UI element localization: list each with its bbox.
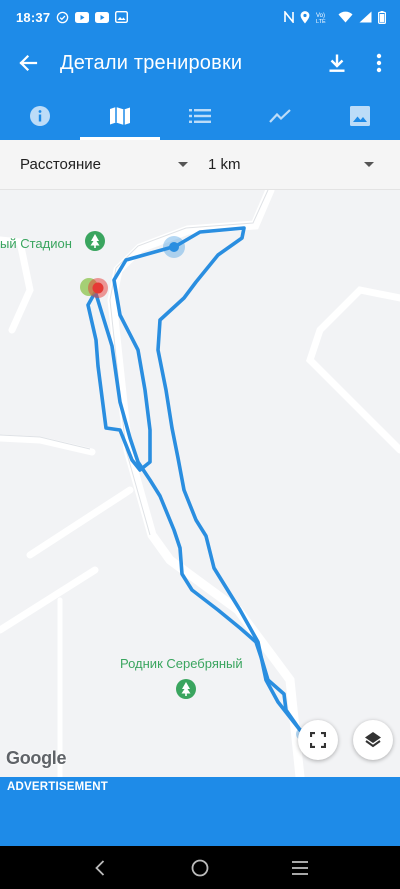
- route-end-marker: [92, 282, 104, 294]
- nav-recents-button[interactable]: [270, 846, 330, 889]
- system-nav-bar: [0, 846, 400, 889]
- more-vert-icon: [376, 53, 382, 73]
- dropdown-arrow-icon: [178, 161, 188, 167]
- app-actions: [316, 34, 400, 92]
- app-bar: Детали тренировки: [0, 34, 400, 92]
- download-icon: [329, 54, 345, 72]
- fullscreen-button[interactable]: [298, 720, 338, 760]
- list-icon: [189, 109, 211, 123]
- layers-icon: [365, 732, 381, 748]
- filter-bar: Расстояние 1 km: [0, 140, 400, 190]
- tab-list[interactable]: [160, 92, 240, 140]
- download-button[interactable]: [316, 34, 358, 92]
- tab-photos[interactable]: [320, 92, 400, 140]
- more-options-button[interactable]: [358, 34, 400, 92]
- park-pin-icon[interactable]: [175, 678, 197, 700]
- fullscreen-icon: [310, 732, 326, 748]
- nav-recents-icon: [292, 860, 308, 875]
- svg-text:LTE: LTE: [316, 19, 326, 23]
- back-button[interactable]: [0, 34, 56, 92]
- metric-value: Расстояние: [20, 156, 102, 173]
- chart-icon: [269, 109, 291, 123]
- km-marker: [169, 242, 179, 252]
- interval-value: 1 km: [208, 156, 241, 173]
- youtube-icon: [75, 11, 90, 23]
- check-circle-icon: [56, 11, 69, 24]
- workout-details-screen: 18:37 Vo) LTE Детали тренировки Расстоян…: [0, 0, 400, 889]
- route-map[interactable]: ый Стадион Родник Серебряный Google: [0, 190, 400, 777]
- youtube-icon: [95, 11, 110, 23]
- map-canvas: [0, 190, 400, 777]
- nav-home-button[interactable]: [170, 846, 230, 889]
- map-layers-button[interactable]: [353, 720, 393, 760]
- tab-map[interactable]: [80, 92, 160, 140]
- tab-bar: [0, 92, 400, 140]
- park-pin-icon[interactable]: [84, 230, 106, 252]
- poi-label-stadium: ый Стадион: [0, 236, 72, 251]
- gallery-icon: [115, 11, 129, 23]
- page-title: Детали тренировки: [60, 51, 243, 74]
- interval-dropdown[interactable]: 1 km: [188, 140, 400, 190]
- signal-icon: [359, 11, 372, 23]
- status-left: 18:37: [16, 9, 129, 25]
- nav-back-button[interactable]: [70, 846, 130, 889]
- nav-home-icon: [191, 859, 209, 876]
- wifi-icon: [338, 11, 353, 23]
- status-time: 18:37: [16, 9, 51, 25]
- tab-chart[interactable]: [240, 92, 320, 140]
- metric-dropdown[interactable]: Расстояние: [0, 140, 188, 190]
- advertisement-banner[interactable]: ADVERTISEMENT: [0, 777, 400, 846]
- arrow-back-icon: [19, 54, 38, 72]
- advertisement-label: ADVERTISEMENT: [7, 781, 108, 793]
- nav-back-icon: [95, 859, 105, 876]
- nfc-icon: [284, 11, 294, 23]
- google-logo: Google: [6, 748, 67, 768]
- tab-info[interactable]: [0, 92, 80, 140]
- location-icon: [300, 10, 310, 24]
- map-icon: [110, 107, 130, 125]
- volte-icon: Vo) LTE: [316, 11, 332, 23]
- info-icon: [30, 106, 50, 126]
- battery-icon: [378, 10, 386, 24]
- status-bar: 18:37 Vo) LTE: [0, 0, 400, 34]
- dropdown-arrow-icon: [364, 161, 374, 167]
- status-right: Vo) LTE: [284, 10, 386, 24]
- poi-label-spring: Родник Серебряный: [120, 656, 243, 671]
- image-icon: [350, 106, 370, 126]
